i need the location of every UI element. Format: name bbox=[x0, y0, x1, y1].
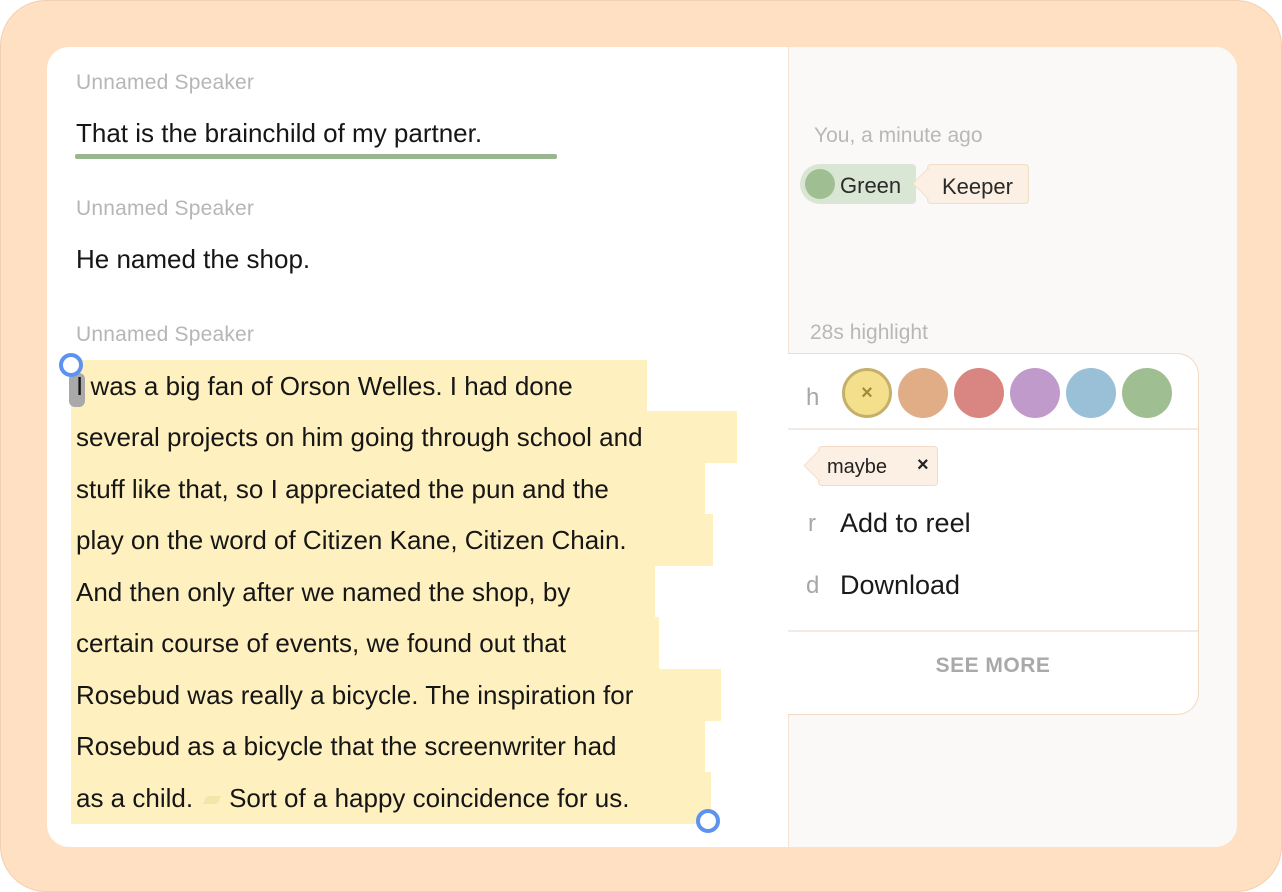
selection-start-handle[interactable] bbox=[59, 353, 83, 377]
maybe-tag[interactable]: maybe × bbox=[818, 446, 938, 486]
swatch-yellow[interactable]: × bbox=[842, 368, 892, 418]
transcript-line: several projects on him going through sc… bbox=[76, 422, 643, 452]
transcript-line: stuff like that, so I appreciated the pu… bbox=[76, 474, 609, 504]
line-text: as a child. bbox=[76, 783, 194, 813]
transcript-line: I was a big fan of Orson Welles. I had d… bbox=[76, 371, 573, 401]
action-label: Download bbox=[840, 570, 961, 600]
divider bbox=[788, 630, 1198, 632]
transcript-line: And then only after we named the shop, b… bbox=[76, 577, 571, 607]
swatch-orange[interactable] bbox=[898, 368, 948, 418]
speaker-label: Unnamed Speaker bbox=[76, 197, 255, 220]
highlight-popup: h × maybe × r Add to reel d Download SEE… bbox=[788, 353, 1199, 715]
see-more-button[interactable]: SEE MORE bbox=[788, 654, 1198, 678]
line-tail: Sort of a happy coincidence for us. bbox=[229, 783, 630, 813]
transcript-card: Unnamed Speaker That is the brainchild o… bbox=[47, 47, 1237, 847]
transcript-line[interactable]: He named the shop. bbox=[76, 244, 310, 275]
action-label: Add to reel bbox=[840, 508, 971, 538]
shortcut-key: r bbox=[808, 510, 816, 537]
transcript-line: Rosebud was really a bicycle. The inspir… bbox=[76, 680, 634, 710]
transcript-line: Rosebud as a bicycle that the screenwrit… bbox=[76, 731, 617, 761]
tag-label: maybe bbox=[827, 456, 888, 478]
color-tag-label: Green bbox=[840, 173, 902, 198]
color-tag[interactable]: Green bbox=[800, 164, 916, 204]
selection-end-handle[interactable] bbox=[696, 809, 720, 833]
swatch-purple[interactable] bbox=[1010, 368, 1060, 418]
app-frame: Unnamed Speaker That is the brainchild o… bbox=[0, 0, 1282, 892]
remove-tag-icon[interactable]: × bbox=[917, 454, 929, 477]
transcript-line: play on the word of Citizen Kane, Citize… bbox=[76, 525, 627, 555]
speaker-label: Unnamed Speaker bbox=[76, 323, 255, 346]
transcript-line: as a child. Sort of a happy coincidence f… bbox=[76, 772, 629, 824]
transcript-line[interactable]: That is the brainchild of my partner. bbox=[76, 118, 482, 149]
swatch-red[interactable] bbox=[954, 368, 1004, 418]
swatch-green[interactable] bbox=[1122, 368, 1172, 418]
tag-label: Keeper bbox=[942, 174, 1013, 199]
divider bbox=[788, 428, 1198, 430]
note-marker-icon[interactable] bbox=[203, 796, 221, 805]
highlight-underline bbox=[75, 154, 557, 159]
transcript-line: certain course of events, we found out t… bbox=[76, 628, 566, 658]
comment-meta: You, a minute ago bbox=[814, 124, 983, 147]
color-shortcut-key: h bbox=[806, 384, 820, 411]
color-dot-icon bbox=[805, 169, 835, 199]
speaker-label: Unnamed Speaker bbox=[76, 71, 255, 94]
highlight-duration: 28s highlight bbox=[810, 321, 928, 344]
keeper-tag[interactable]: Keeper bbox=[927, 164, 1029, 204]
shortcut-key: d bbox=[806, 572, 820, 599]
swatch-blue[interactable] bbox=[1066, 368, 1116, 418]
remove-color-icon: × bbox=[861, 382, 873, 404]
